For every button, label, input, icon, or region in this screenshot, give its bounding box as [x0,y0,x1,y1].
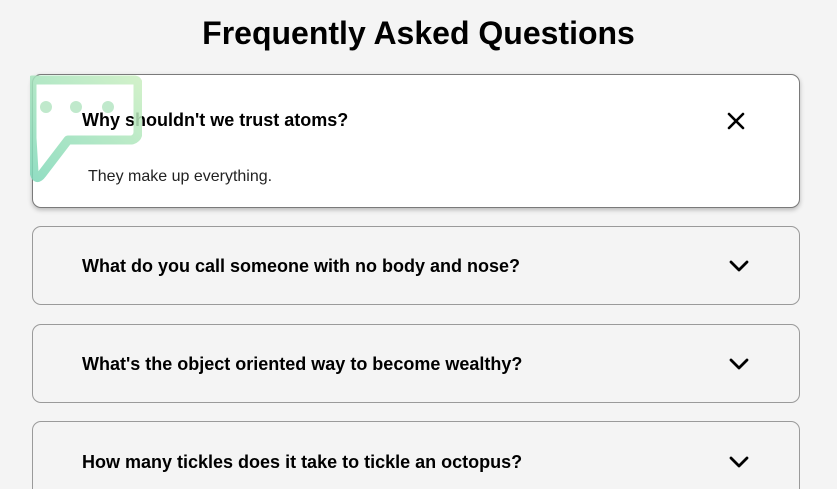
faq-page: Frequently Asked Questions Why shouldn't… [0,0,837,489]
faq-toggle-button[interactable] [724,447,754,477]
faq-item-no-body[interactable]: What do you call someone with no body an… [32,226,800,305]
chevron-down-icon [729,260,749,272]
faq-answer: They make up everything. [88,168,273,185]
page-title: Frequently Asked Questions [202,15,635,51]
close-icon [727,112,745,130]
faq-toggle-button[interactable] [724,349,754,379]
faq-item-atoms[interactable]: Why shouldn't we trust atoms? They make … [32,74,800,208]
faq-question[interactable]: What do you call someone with no body an… [82,255,520,277]
faq-item-octopus[interactable]: How many tickles does it take to tickle … [32,421,800,489]
faq-question[interactable]: Why shouldn't we trust atoms? [82,109,348,131]
faq-toggle-button[interactable] [724,251,754,281]
faq-item-wealthy[interactable]: What's the object oriented way to become… [32,324,800,403]
chevron-down-icon [729,456,749,468]
chevron-down-icon [729,358,749,370]
faq-close-button[interactable] [721,106,751,136]
faq-question[interactable]: What's the object oriented way to become… [82,353,522,375]
faq-question[interactable]: How many tickles does it take to tickle … [82,451,522,473]
